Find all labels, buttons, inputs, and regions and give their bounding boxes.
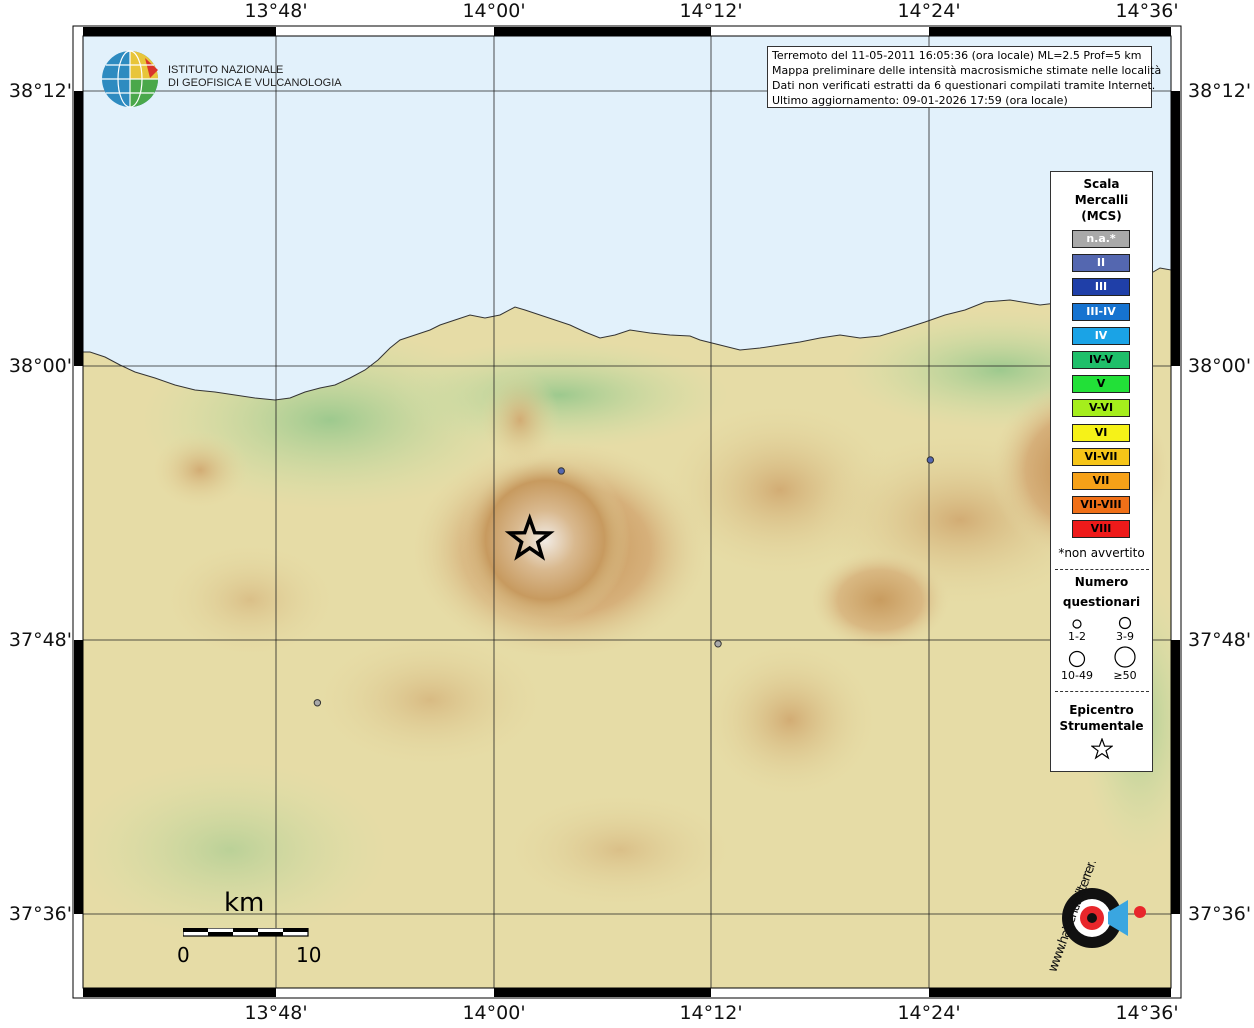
- observation-point-3[interactable]: [714, 640, 722, 648]
- lat-tick-right-2: 38°00': [1188, 355, 1252, 377]
- map-root: 13°48' 14°00' 14°12' 14°24' 14°36' 13°48…: [0, 0, 1254, 1024]
- lon-tick-top-3: 14°12': [679, 0, 743, 22]
- lat-tick-left-4: 37°36': [8, 903, 72, 925]
- count-label-4: ≥50: [1113, 669, 1137, 682]
- legend-separator: [1055, 569, 1149, 570]
- scale-max-label: 10: [296, 943, 322, 967]
- observation-point-1[interactable]: [557, 467, 565, 475]
- lat-tick-left-3: 37°48': [8, 629, 72, 651]
- lon-tick-bottom-5: 14°36': [1115, 1002, 1179, 1024]
- lon-tick-top-5: 14°36': [1115, 0, 1179, 22]
- ingv-name-line1: ISTITUTO NAZIONALE: [168, 64, 284, 76]
- legend-swatch-vvi: V-VI: [1072, 399, 1130, 418]
- ingv-globe-icon: [102, 50, 158, 108]
- count-circle-1-2: [1072, 619, 1082, 629]
- epicenter-legend-icon: [1091, 738, 1113, 760]
- legend-swatch-iiiiv: III-IV: [1072, 302, 1130, 321]
- lon-tick-bottom-3: 14°12': [679, 1002, 743, 1024]
- haisentito-logo: www.haisentitoilterremoto.it: [1045, 862, 1146, 972]
- lon-tick-top-1: 13°48': [244, 0, 308, 22]
- event-info-line3: Dati non verificati estratti da 6 questi…: [772, 79, 1156, 92]
- legend-separator-2: [1055, 691, 1149, 692]
- count-label-3: 10-49: [1061, 669, 1093, 682]
- legend-swatch-vi: VI: [1072, 423, 1130, 442]
- count-circle-50: [1114, 646, 1136, 668]
- epi-title-line2: Strumentale: [1059, 719, 1144, 733]
- legend-swatch-iv: IV: [1072, 326, 1130, 345]
- legend-swatch-ii: II: [1072, 254, 1130, 273]
- legend-swatch-vii: VII: [1072, 472, 1130, 490]
- legend-note: *non avvertito: [1058, 546, 1145, 560]
- scale-min-label: 0: [177, 943, 190, 967]
- lat-tick-right-3: 37°48': [1188, 629, 1252, 651]
- lon-tick-bottom-4: 14°24': [897, 1002, 961, 1024]
- lon-tick-bottom-2: 14°00': [462, 1002, 526, 1024]
- lat-tick-right-4: 37°36': [1188, 903, 1252, 925]
- ingv-name-line2: DI GEOFISICA E VULCANOLOGIA: [168, 77, 342, 89]
- event-info-line1: Terremoto del 11-05-2011 16:05:36 (ora l…: [772, 49, 1142, 62]
- scale-unit: km: [224, 888, 265, 918]
- event-info-box: Terremoto del 11-05-2011 16:05:36 (ora l…: [767, 46, 1162, 108]
- epi-title-line1: Epicentro: [1069, 703, 1134, 717]
- observation-point-4[interactable]: [313, 699, 322, 707]
- legend-swatch-ivv: IV-V: [1072, 351, 1130, 369]
- legend-title-line1: Scala: [1083, 177, 1120, 191]
- lon-tick-top-4: 14°24': [897, 0, 961, 22]
- observation-point-2[interactable]: [926, 456, 935, 464]
- legend-title-line3: (MCS): [1081, 209, 1122, 223]
- legend-swatch-vivii: VI-VII: [1072, 447, 1130, 466]
- legend-title-line2: Mercalli: [1074, 193, 1129, 207]
- count-title-line1: Numero: [1074, 575, 1129, 589]
- legend-swatch-iii: III: [1072, 278, 1130, 297]
- ingv-name: ISTITUTO NAZIONALE DI GEOFISICA E VULCAN…: [168, 64, 342, 90]
- count-circle-10-49: [1068, 650, 1086, 668]
- lat-tick-left-1: 38°12': [8, 80, 72, 102]
- lon-tick-bottom-1: 13°48': [244, 1002, 308, 1024]
- lat-tick-right-1: 38°12': [1188, 80, 1252, 102]
- lon-tick-top-2: 14°00': [462, 0, 526, 22]
- count-label-2: 3-9: [1116, 630, 1134, 643]
- scale-bar: [183, 928, 309, 937]
- count-title-line2: questionari: [1062, 595, 1141, 609]
- count-label-1: 1-2: [1068, 630, 1086, 643]
- event-info-line2: Mappa preliminare delle intensità macros…: [772, 64, 1162, 77]
- lat-tick-left-2: 38°00': [8, 355, 72, 377]
- legend-swatch-viii: VIII: [1072, 520, 1130, 539]
- legend-swatch-na: n.a.*: [1072, 230, 1130, 248]
- legend-swatch-viiviii: VII-VIII: [1072, 496, 1130, 515]
- count-circle-3-9: [1118, 616, 1132, 630]
- mcs-legend: Scala Mercalli (MCS) n.a.* II III III-IV IV I…: [1050, 171, 1153, 772]
- event-info-line4: Ultimo aggiornamento: 09-01-2026 17:59 (…: [772, 94, 1068, 107]
- legend-swatch-v: V: [1072, 375, 1130, 394]
